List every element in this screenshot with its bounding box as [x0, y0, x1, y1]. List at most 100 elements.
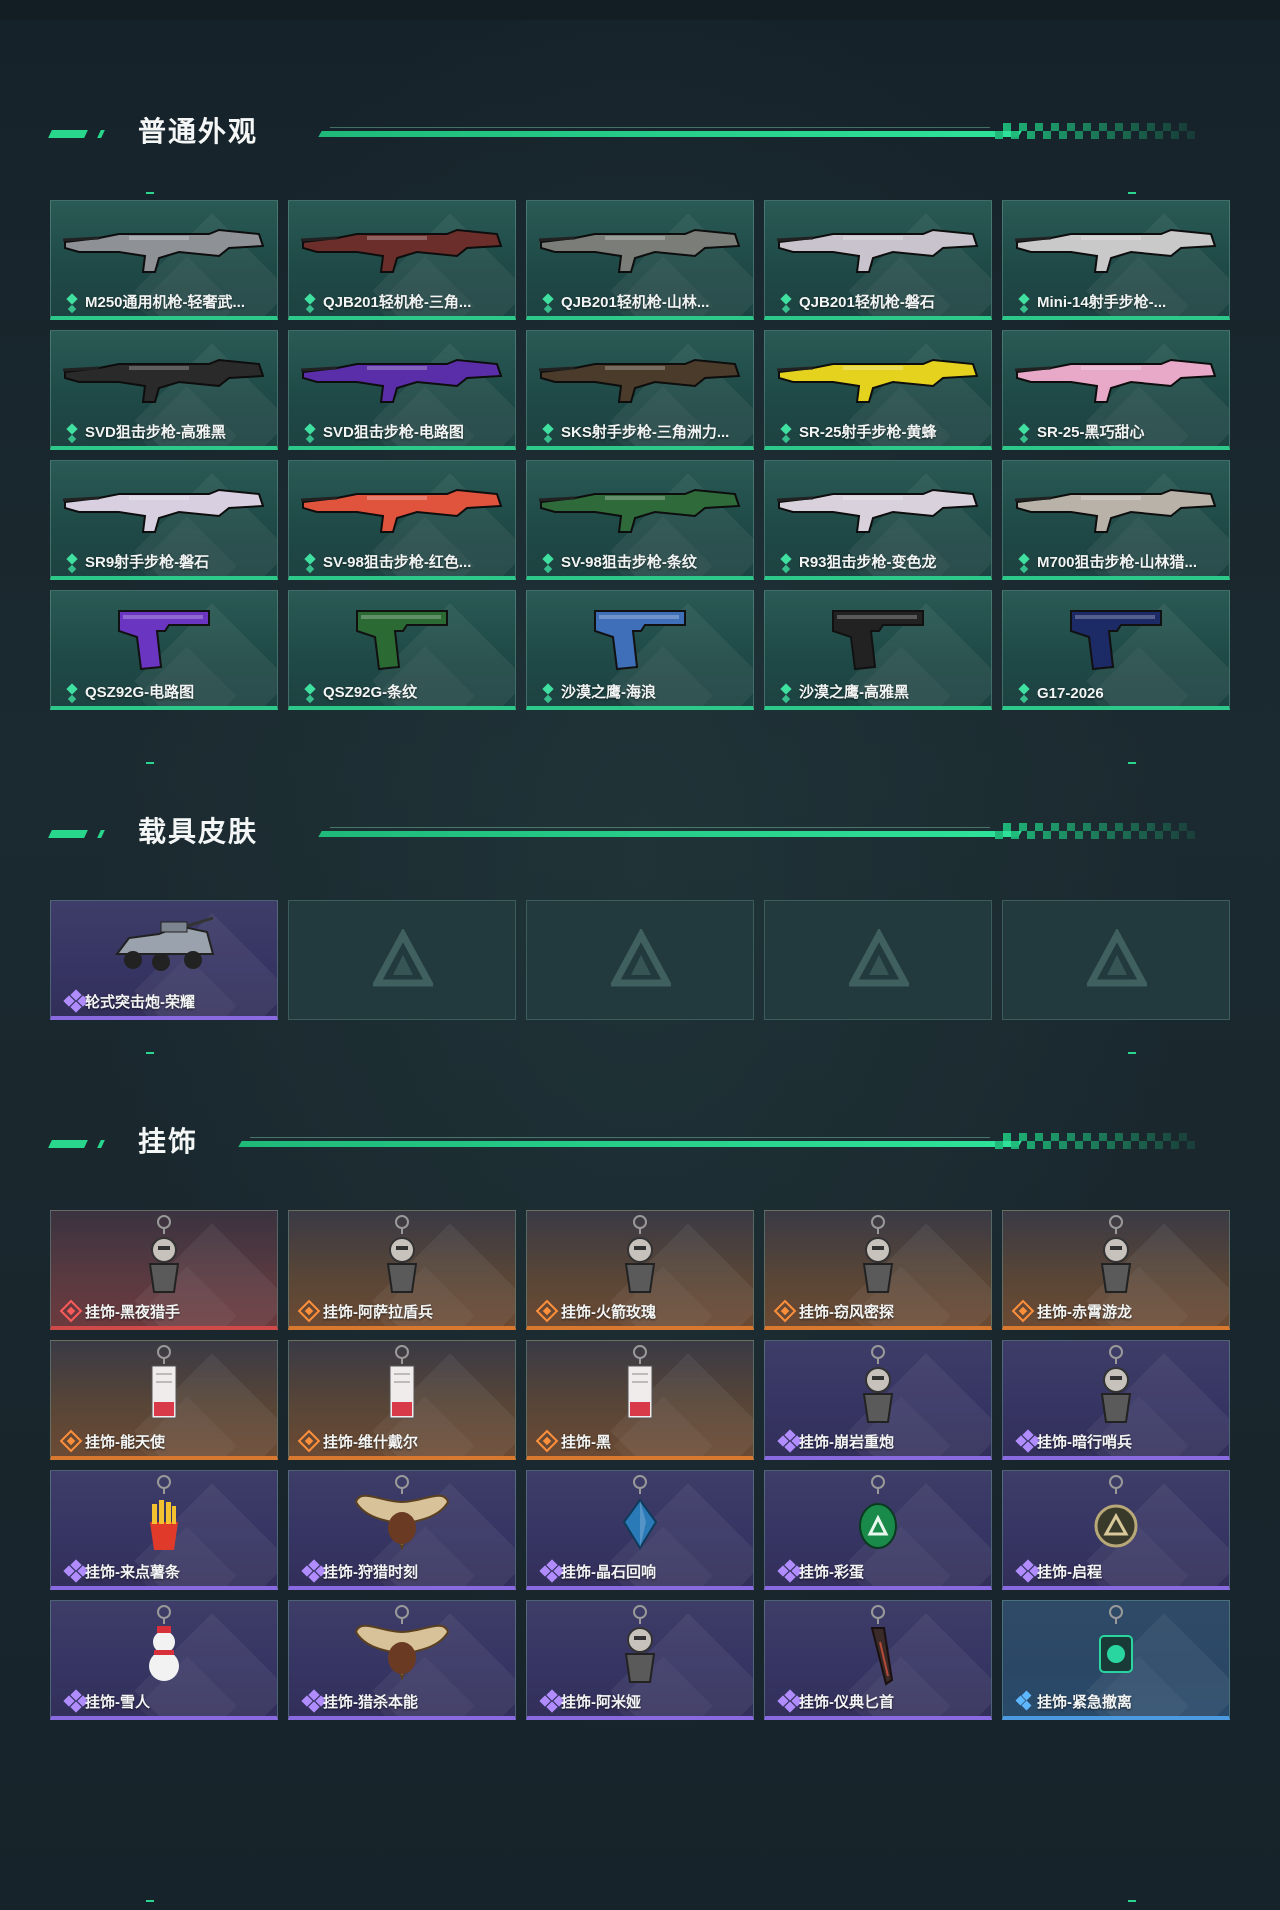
item-card[interactable]: 挂饰-紧急撤离 — [1002, 1600, 1230, 1720]
item-label: 挂饰-晶石回响 — [561, 1564, 656, 1581]
item-card[interactable]: 挂饰-能天使 — [50, 1340, 278, 1460]
item-card[interactable]: 挂饰-狩猎时刻 — [288, 1470, 516, 1590]
item-label: M250通用机枪-轻奢武... — [85, 294, 246, 311]
item-card[interactable]: 挂饰-雪人 — [50, 1600, 278, 1720]
item-card[interactable]: SV-98狙击步枪-红色... — [288, 460, 516, 580]
item-label: 挂饰-暗行哨兵 — [1037, 1434, 1132, 1451]
item-card[interactable]: 挂饰-启程 — [1002, 1470, 1230, 1590]
rarity-icon — [1018, 423, 1030, 435]
item-card[interactable]: SVD狙击步枪-电路图 — [288, 330, 516, 450]
item-card[interactable]: SKS射手步枪-三角洲力... — [526, 330, 754, 450]
item-card[interactable]: M250通用机枪-轻奢武... — [50, 200, 278, 320]
item-card[interactable]: 挂饰-窃风密探 — [764, 1210, 992, 1330]
charm-tag-icon — [527, 1341, 753, 1433]
rarity-icon — [1018, 553, 1030, 565]
rarity-icon — [1019, 304, 1029, 314]
charm-figure-icon — [289, 1211, 515, 1303]
rarity-icon — [301, 1559, 327, 1583]
section-title: 载具皮肤 — [138, 816, 259, 847]
rarity-icon — [63, 989, 89, 1013]
rarity-icon — [1015, 1559, 1041, 1583]
item-label: 挂饰-来点薯条 — [85, 1564, 180, 1581]
charm-box-icon — [1003, 1601, 1229, 1693]
rarity-icon — [773, 1299, 797, 1323]
item-label: SKS射手步枪-三角洲力... — [561, 424, 730, 441]
item-card[interactable]: SV-98狙击步枪-条纹 — [526, 460, 754, 580]
checker-pattern — [995, 1133, 1195, 1149]
rifle-icon — [1003, 201, 1229, 293]
item-label: 挂饰-阿米娅 — [561, 1694, 641, 1711]
item-card[interactable]: QJB201轻机枪-山林... — [526, 200, 754, 320]
rarity-icon — [781, 304, 791, 314]
item-card[interactable]: 挂饰-仪典匕首 — [764, 1600, 992, 1720]
item-card[interactable]: M700狙击步枪-山林猎... — [1002, 460, 1230, 580]
item-card[interactable]: 挂饰-猎杀本能 — [288, 1600, 516, 1720]
rarity-icon — [539, 1689, 565, 1713]
rarity-icon — [301, 1689, 327, 1713]
item-card[interactable]: 挂饰-彩蛋 — [764, 1470, 992, 1590]
item-label: 挂饰-能天使 — [85, 1434, 165, 1451]
item-card[interactable]: 挂饰-崩岩重炮 — [764, 1340, 992, 1460]
item-label: G17-2026 — [1037, 685, 1104, 702]
item-card[interactable]: SR9射手步枪-磐石 — [50, 460, 278, 580]
rarity-icon — [1011, 1299, 1035, 1323]
item-card[interactable]: QJB201轻机枪-磐石 — [764, 200, 992, 320]
item-card[interactable]: 挂饰-暗行哨兵 — [1002, 1340, 1230, 1460]
armored-vehicle-icon — [51, 901, 277, 993]
item-card[interactable]: 挂饰-赤霄游龙 — [1002, 1210, 1230, 1330]
rarity-icon — [305, 694, 315, 704]
rarity-icon — [305, 434, 315, 444]
empty-slot — [288, 900, 516, 1020]
rarity-icon — [543, 564, 553, 574]
corner-tick — [146, 1052, 154, 1054]
rarity-icon — [780, 683, 792, 695]
item-card[interactable]: 挂饰-阿米娅 — [526, 1600, 754, 1720]
item-card[interactable]: G17-2026 — [1002, 590, 1230, 710]
rarity-icon — [304, 553, 316, 565]
header-deco — [97, 130, 105, 138]
item-card[interactable]: 挂饰-来点薯条 — [50, 1470, 278, 1590]
charm-figure-icon — [527, 1211, 753, 1303]
item-card[interactable]: SR-25-黑巧甜心 — [1002, 330, 1230, 450]
rarity-icon — [535, 1429, 559, 1453]
header-deco — [318, 131, 1022, 137]
item-card[interactable]: 挂饰-维什戴尔 — [288, 1340, 516, 1460]
rifle-icon — [765, 331, 991, 423]
item-label: 轮式突击炮-荣耀 — [85, 994, 195, 1011]
rarity-icon — [543, 434, 553, 444]
item-card[interactable]: 沙漠之鹰-高雅黑 — [764, 590, 992, 710]
rarity-icon — [780, 423, 792, 435]
item-card[interactable]: 轮式突击炮-荣耀 — [50, 900, 278, 1020]
empty-slot — [764, 900, 992, 1020]
item-card[interactable]: 沙漠之鹰-海浪 — [526, 590, 754, 710]
item-card[interactable]: 挂饰-阿萨拉盾兵 — [288, 1210, 516, 1330]
rarity-icon — [1015, 1429, 1041, 1453]
item-card[interactable]: 挂饰-黑 — [526, 1340, 754, 1460]
machine-gun-icon — [51, 201, 277, 293]
item-card[interactable]: 挂饰-晶石回响 — [526, 1470, 754, 1590]
charm-egg-icon — [765, 1471, 991, 1563]
item-label: 挂饰-崩岩重炮 — [799, 1434, 894, 1451]
charm-crystal-icon — [527, 1471, 753, 1563]
sniper-rifle-icon — [51, 331, 277, 423]
item-label: R93狙击步枪-变色龙 — [799, 554, 937, 571]
charms-section: 挂饰 — [0, 1118, 1280, 1158]
machine-gun-icon — [765, 201, 991, 293]
item-card[interactable]: Mini-14射手步枪-... — [1002, 200, 1230, 320]
rarity-icon — [66, 423, 78, 435]
item-card[interactable]: SR-25射手步枪-黄蜂 — [764, 330, 992, 450]
item-card[interactable]: QJB201轻机枪-三角... — [288, 200, 516, 320]
item-card[interactable]: SVD狙击步枪-高雅黑 — [50, 330, 278, 450]
charm-figure-icon — [765, 1341, 991, 1433]
item-card[interactable]: 挂饰-黑夜猎手 — [50, 1210, 278, 1330]
rarity-icon — [777, 1689, 803, 1713]
header-deco — [48, 830, 88, 838]
item-card[interactable]: R93狙击步枪-变色龙 — [764, 460, 992, 580]
item-label: SR-25射手步枪-黄蜂 — [799, 424, 937, 441]
item-card[interactable]: QSZ92G-条纹 — [288, 590, 516, 710]
rarity-icon — [66, 683, 78, 695]
rarity-icon — [304, 423, 316, 435]
item-label: 挂饰-黑夜猎手 — [85, 1304, 180, 1321]
item-card[interactable]: QSZ92G-电路图 — [50, 590, 278, 710]
item-card[interactable]: 挂饰-火箭玫瑰 — [526, 1210, 754, 1330]
